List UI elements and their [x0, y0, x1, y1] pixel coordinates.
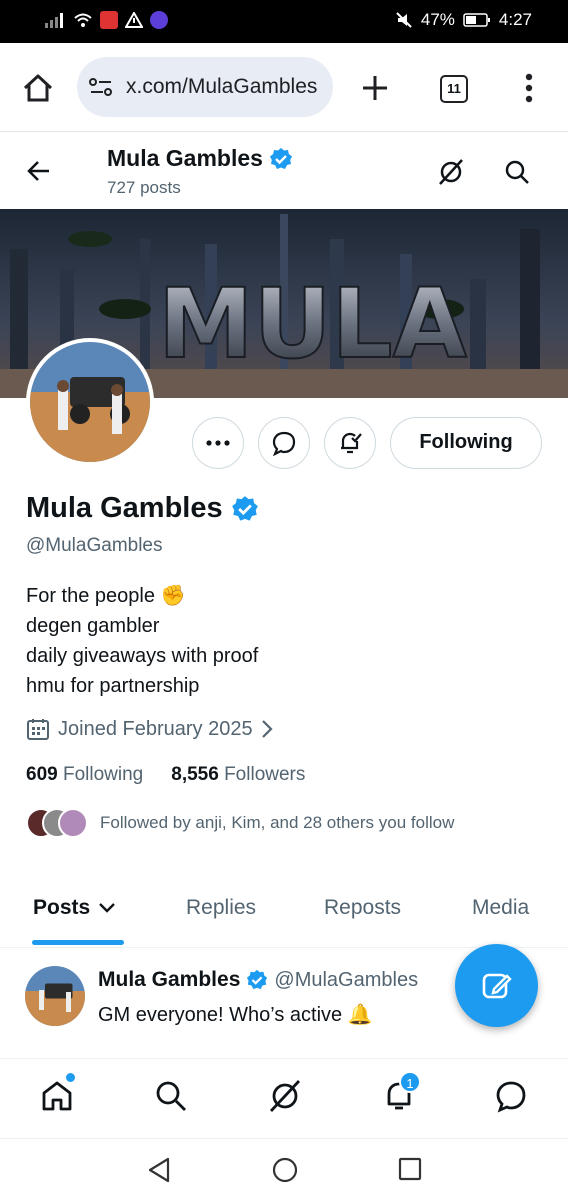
browser-menu-icon[interactable] — [525, 73, 533, 103]
system-navigation-bar — [0, 1138, 568, 1199]
profile-title: Mula Gambles — [107, 145, 293, 172]
recents-icon[interactable] — [398, 1157, 422, 1181]
tab-media[interactable]: Media — [472, 896, 529, 920]
compose-icon — [480, 969, 514, 1003]
followers-stat[interactable]: 8,556 Followers — [171, 764, 305, 786]
profile-avatar[interactable] — [26, 338, 154, 466]
browser-toolbar: x.com/MulaGambles 11 — [0, 43, 568, 132]
chevron-down-icon — [98, 902, 116, 914]
bio-line: For the people ✊ — [26, 585, 186, 607]
tab-reposts[interactable]: Reposts — [324, 896, 401, 920]
address-bar[interactable]: x.com/MulaGambles — [77, 57, 333, 117]
grok-icon[interactable] — [437, 158, 465, 186]
app-notification-icon — [100, 11, 118, 29]
new-tab-icon[interactable] — [362, 75, 388, 101]
post-count: 727 posts — [107, 178, 181, 197]
follow-stats: 609 Following 8,556 Followers — [26, 764, 305, 786]
profile-handle: @MulaGambles — [26, 535, 163, 556]
profile-tabs: Posts Replies Reposts Media — [0, 880, 568, 948]
mute-icon — [395, 11, 413, 29]
site-settings-icon[interactable] — [89, 77, 113, 97]
verified-badge-icon — [269, 147, 293, 171]
verified-badge-icon — [231, 495, 259, 523]
tweet-avatar[interactable] — [25, 966, 85, 1026]
chat-bubble-icon — [271, 430, 297, 456]
bio-line: degen gambler — [26, 615, 160, 637]
tweet-text: GM everyone! Who’s active 🔔 — [98, 1004, 373, 1026]
messages-icon[interactable] — [494, 1079, 528, 1113]
bottom-navigation: 1 — [0, 1058, 568, 1138]
compose-post-button[interactable] — [455, 944, 538, 1027]
followed-by-text: Followed by anji, Kim, and 28 others you… — [100, 813, 455, 832]
joined-date: Joined February 2025 — [58, 717, 253, 740]
sync-app-icon — [150, 11, 168, 29]
tab-posts[interactable]: Posts — [33, 896, 116, 920]
warning-icon — [125, 12, 143, 28]
banner-text: MULA — [158, 268, 467, 380]
message-button[interactable] — [258, 417, 310, 469]
active-tab-indicator — [32, 940, 124, 945]
back-icon[interactable] — [147, 1157, 171, 1183]
profile-name: Mula Gambles — [26, 492, 259, 525]
profile-bio: For the people ✊ degen gambler daily giv… — [26, 581, 258, 701]
mutual-avatar — [58, 808, 88, 838]
signal-icon — [44, 12, 66, 28]
chevron-right-icon — [261, 719, 273, 739]
search-icon[interactable] — [154, 1079, 188, 1113]
followed-by-row[interactable]: Followed by anji, Kim, and 28 others you… — [26, 808, 454, 838]
more-options-button[interactable] — [192, 417, 244, 469]
tweet-handle: @MulaGambles — [274, 968, 419, 991]
home-circle-icon[interactable] — [271, 1156, 299, 1184]
battery-icon — [463, 12, 491, 28]
profile-top-bar: Mula Gambles 727 posts — [0, 133, 568, 209]
grok-icon[interactable] — [268, 1079, 302, 1113]
back-arrow-icon[interactable] — [27, 160, 51, 182]
bell-check-icon — [337, 430, 363, 456]
wifi-icon — [73, 12, 93, 28]
calendar-icon — [26, 717, 50, 741]
status-bar: 47% 4:27 — [0, 0, 568, 43]
bio-line: daily giveaways with proof — [26, 645, 259, 667]
following-button[interactable]: Following — [390, 417, 542, 469]
verified-badge-icon — [246, 969, 268, 991]
home-icon[interactable] — [22, 73, 54, 103]
tweet-author[interactable]: Mula Gambles @MulaGambles — [98, 968, 418, 992]
following-stat[interactable]: 609 Following — [26, 764, 143, 786]
home-icon[interactable] — [40, 1079, 74, 1113]
battery-percent: 47% — [420, 10, 455, 29]
home-unread-dot — [66, 1073, 75, 1082]
search-icon[interactable] — [504, 159, 530, 185]
notifications-toggle-button[interactable] — [324, 417, 376, 469]
tab-switcher-button[interactable]: 11 — [440, 75, 468, 103]
notification-badge: 1 — [399, 1071, 421, 1093]
ellipsis-icon — [206, 440, 230, 446]
mutual-avatars — [26, 808, 88, 838]
joined-date-row[interactable]: Joined February 2025 — [26, 717, 273, 741]
clock: 4:27 — [498, 10, 532, 29]
url-text[interactable]: x.com/MulaGambles — [126, 75, 326, 99]
tab-replies[interactable]: Replies — [186, 896, 256, 920]
bio-line: hmu for partnership — [26, 675, 200, 697]
